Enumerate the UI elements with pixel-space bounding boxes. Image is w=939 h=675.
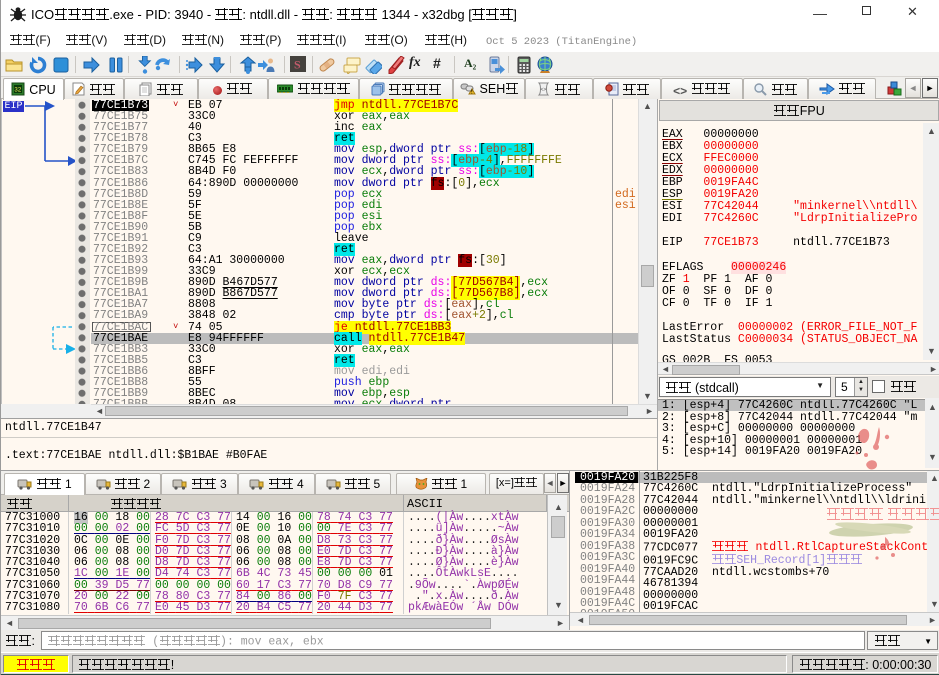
svg-text:S: S	[294, 58, 301, 72]
svg-text:32: 32	[14, 87, 22, 94]
svg-text:<>: <>	[541, 87, 547, 93]
